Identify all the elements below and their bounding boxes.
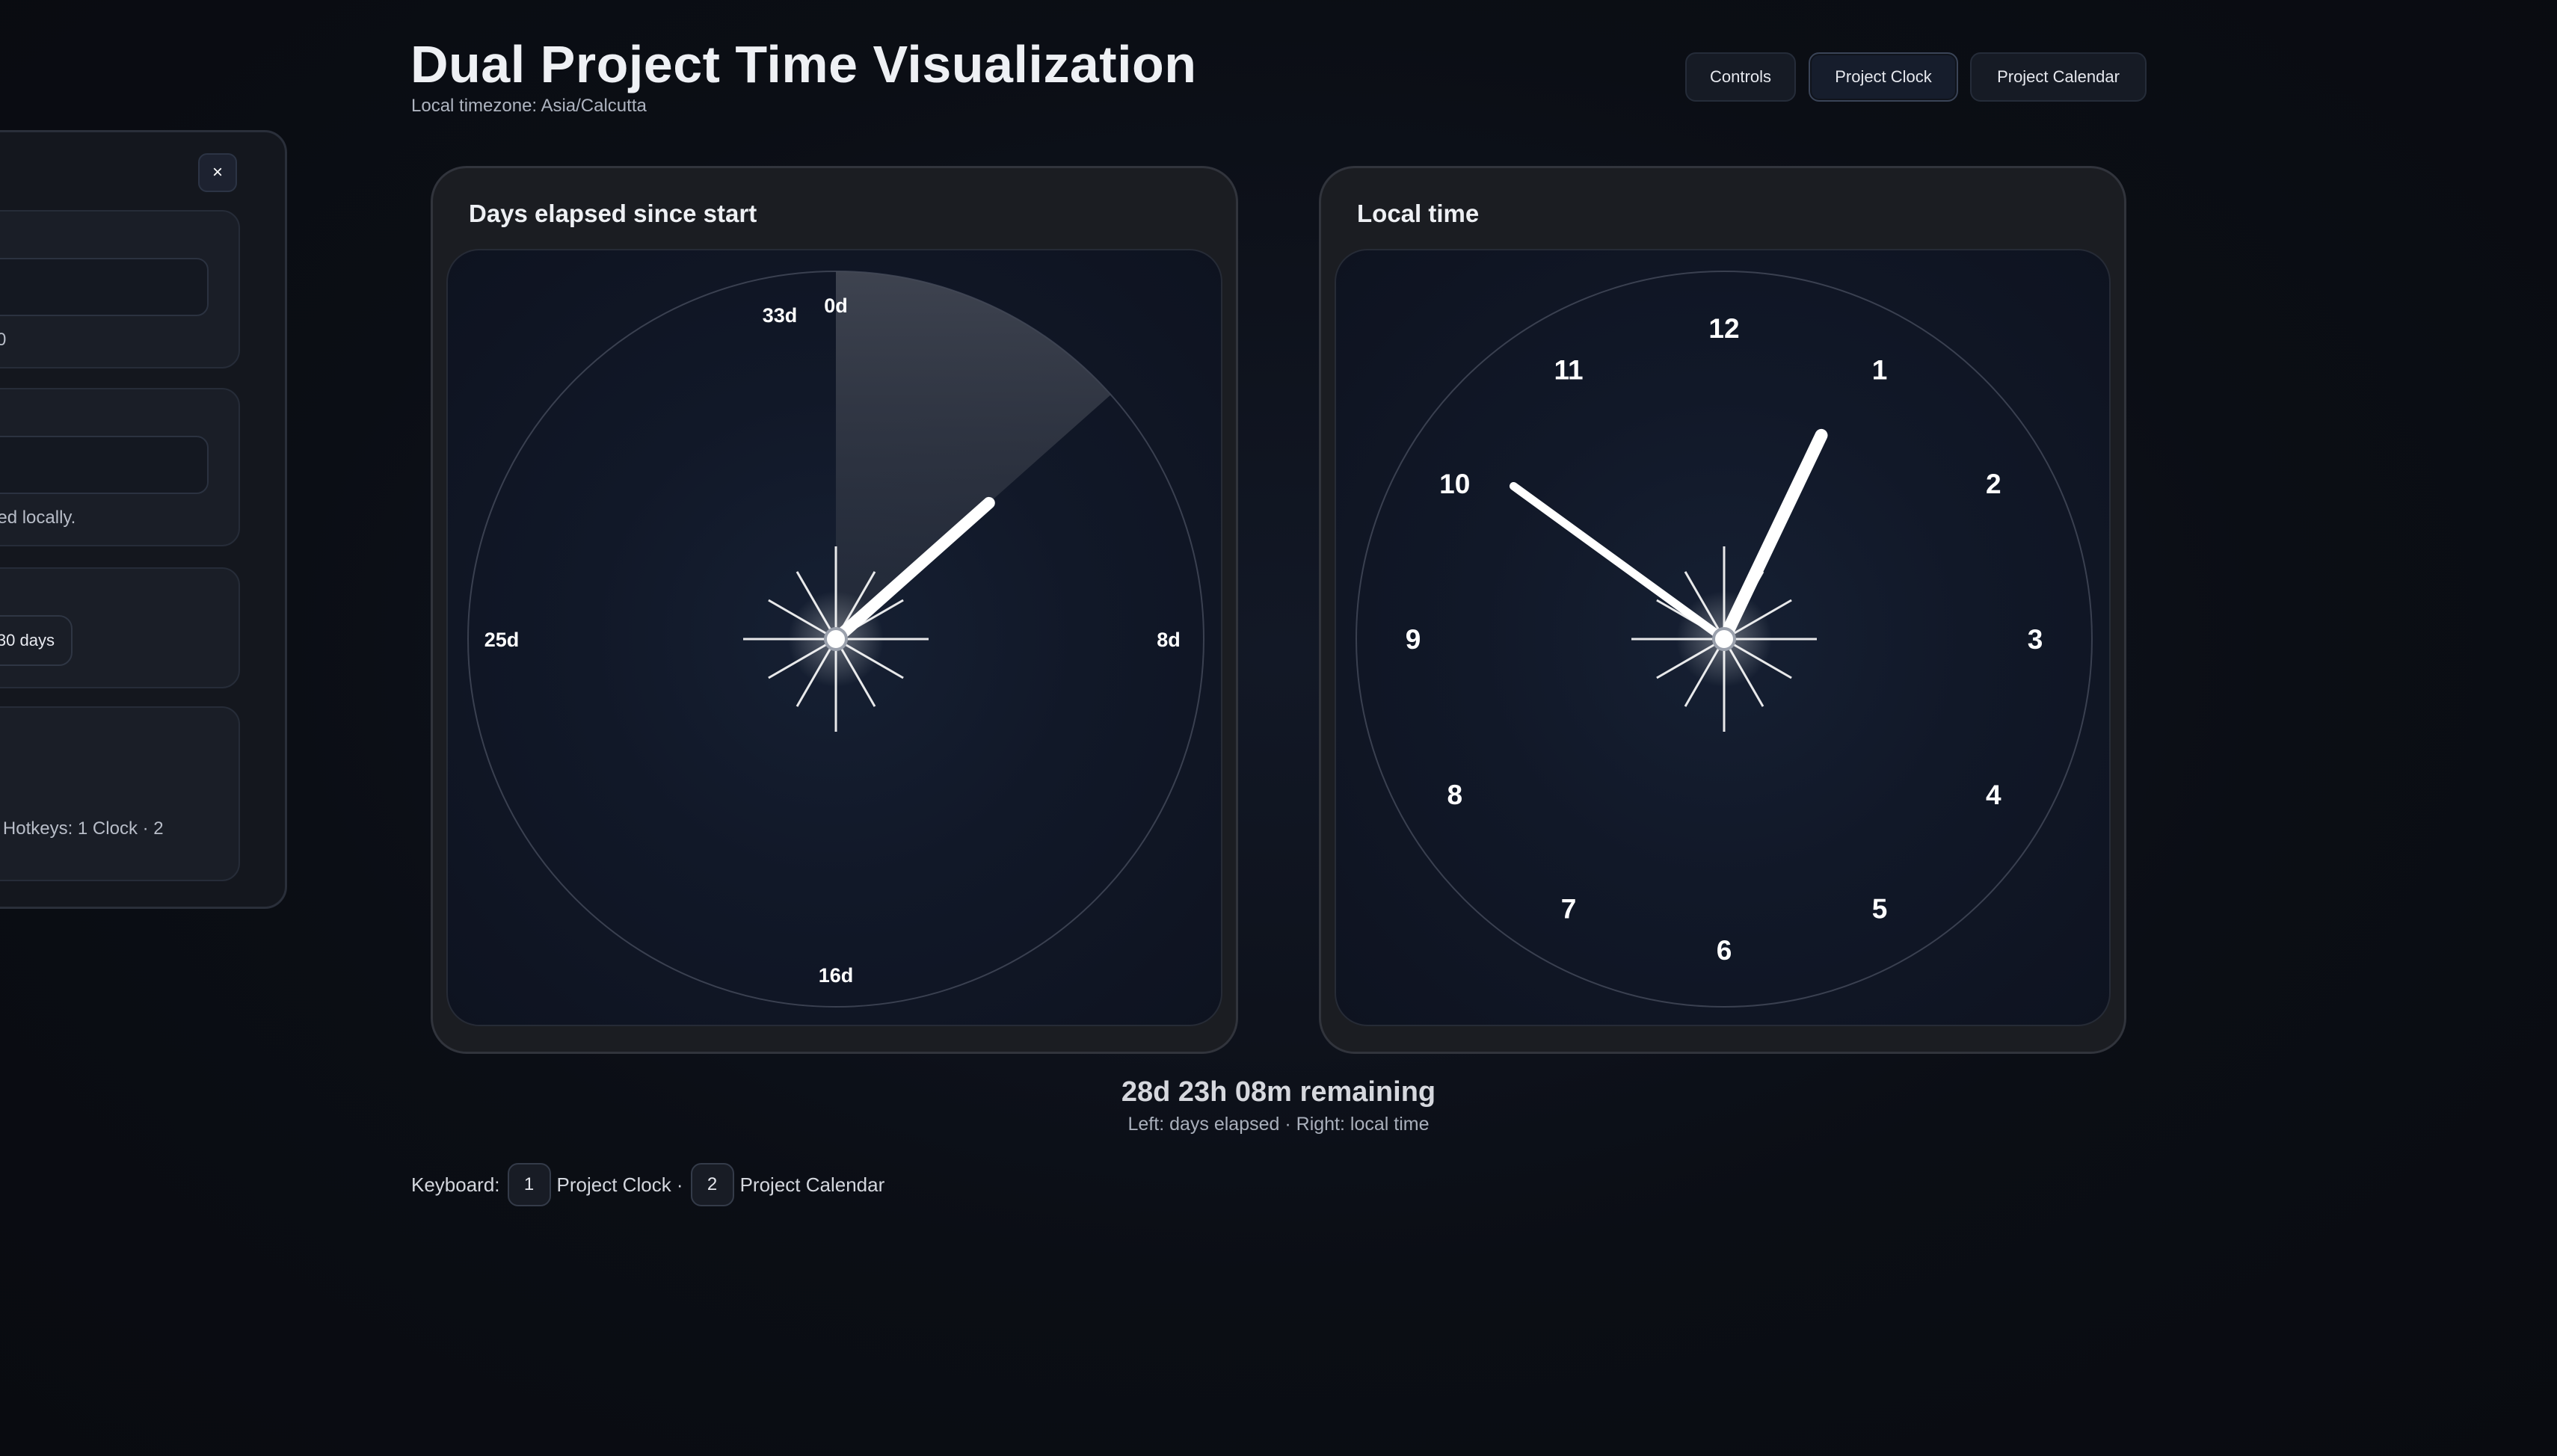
remaining-time: 28d 23h 08m remaining	[1121, 1076, 1436, 1108]
day-label-8d: 8d	[1157, 629, 1181, 651]
hour-numeral-8: 8	[1447, 780, 1462, 810]
hour-numeral-10: 10	[1439, 469, 1470, 499]
local-time-card: Local time 12 1 2 3 4 5 6 7 8 9 10 11	[1319, 166, 2126, 1054]
hotkeys-hint: ly. Hotkeys: 1 Clock · 2	[0, 818, 164, 839]
duration-input[interactable]	[0, 436, 209, 494]
day-label-25d: 25d	[484, 629, 520, 651]
local-clock-face: 121234567891011	[1356, 271, 2093, 1008]
hour-numeral-1: 1	[1872, 355, 1888, 386]
project-clock-button[interactable]: Project Clock	[1809, 52, 1958, 102]
project-clock-face-container: 0d 33d 8d 16d 25d	[446, 249, 1222, 1026]
day-label-16d: 16d	[819, 964, 854, 987]
controls-button[interactable]: Controls	[1685, 52, 1796, 102]
plus-30-days-button[interactable]: +30 days	[0, 615, 73, 666]
hour-numeral-6: 6	[1717, 935, 1732, 966]
timezone-subtitle: Local timezone: Asia/Calcutta	[411, 96, 647, 116]
controls-panel: × :00 ored locally. +30 days ly. Hotkeys…	[0, 130, 287, 909]
local-clock-face-container: 12 1 2 3 4 5 6 7 8 9 10 11	[1335, 249, 2111, 1026]
storage-hint: ored locally.	[0, 508, 76, 528]
hour-numeral-11: 11	[1554, 355, 1583, 386]
page-title: Dual Project Time Visualization	[410, 35, 1197, 93]
hour-numeral-3: 3	[2028, 624, 2043, 655]
project-calendar-button[interactable]: Project Calendar	[1970, 52, 2147, 102]
hub-center	[824, 627, 848, 651]
hour-numeral-4: 4	[1986, 780, 2001, 810]
hour-numeral-7: 7	[1561, 893, 1577, 924]
hour-numeral-9: 9	[1406, 624, 1421, 655]
hub-center	[1712, 627, 1736, 651]
day-label-0d: 0d	[824, 294, 848, 317]
hour-numeral-12: 12	[1708, 313, 1739, 344]
start-date-input[interactable]	[0, 258, 209, 316]
legend-caption: Left: days elapsed · Right: local time	[1127, 1114, 1430, 1135]
hour-numeral-2: 2	[1986, 469, 2001, 499]
key-2-label: Project Calendar	[739, 1173, 885, 1196]
close-panel-button[interactable]: ×	[198, 153, 237, 192]
quick-adjust-card: +30 days	[0, 567, 240, 688]
key-1[interactable]: 1	[507, 1163, 551, 1206]
day-label-33d: 33d	[763, 304, 798, 327]
start-date-card: :00	[0, 210, 240, 368]
key-2[interactable]: 2	[690, 1163, 734, 1206]
duration-card: ored locally.	[0, 388, 240, 546]
project-clock-title: Days elapsed since start	[469, 200, 757, 227]
project-clock-card: Days elapsed since start 0d 33d 8d 16d 2…	[431, 166, 1238, 1054]
local-time-title: Local time	[1357, 200, 1480, 227]
hour-numeral-5: 5	[1872, 893, 1888, 924]
keyboard-hints: Keyboard: 1 Project Clock · 2 Project Ca…	[411, 1163, 884, 1206]
keyboard-label: Keyboard:	[411, 1173, 500, 1196]
info-card: ly. Hotkeys: 1 Clock · 2	[0, 706, 240, 881]
elapsed-sector	[836, 271, 1111, 639]
key-1-label: Project Clock ·	[556, 1173, 683, 1196]
project-clock-face: 0d 33d 8d 16d 25d	[467, 271, 1204, 1008]
start-date-hint: :00	[0, 330, 7, 350]
